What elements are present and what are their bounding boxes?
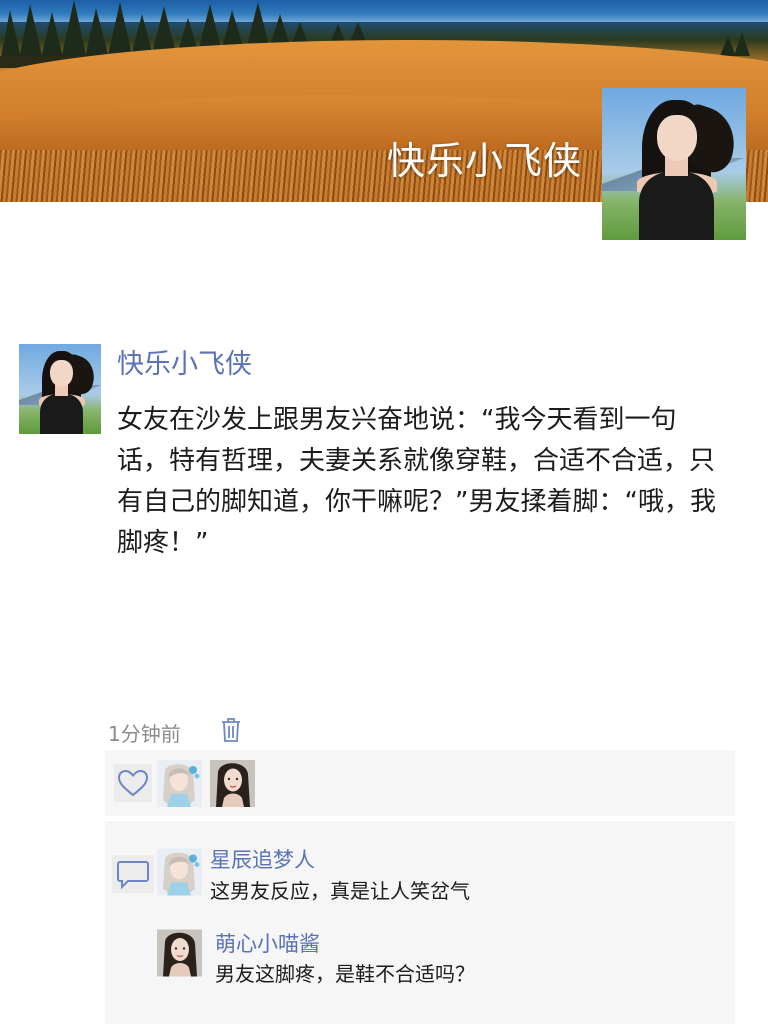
post-author-name[interactable]: 快乐小飞侠 — [117, 342, 252, 381]
commenter-name[interactable]: 星辰追梦人 — [210, 844, 315, 874]
woman-portrait-image — [602, 88, 746, 240]
woman-portrait-avatar-image — [157, 929, 202, 977]
woman-portrait-avatar-image — [210, 760, 255, 807]
commenter-name[interactable]: 萌心小喵酱 — [215, 928, 320, 958]
woman-portrait-image — [19, 344, 101, 434]
anime-girl-avatar-image — [157, 848, 202, 896]
comment-button[interactable] — [112, 855, 154, 893]
anime-girl-avatar-image — [157, 760, 202, 807]
liker-avatar[interactable] — [210, 760, 255, 807]
post-content: 女友在沙发上跟男友兴奋地说：“我今天看到一句话，特有哲理，夫妻关系就像穿鞋，合适… — [117, 405, 716, 558]
comment-text: 男友这脚疼，是鞋不合适吗？ — [215, 962, 475, 986]
heart-icon — [117, 769, 149, 797]
profile-avatar[interactable] — [602, 88, 746, 240]
trash-icon[interactable] — [220, 717, 242, 743]
commenter-avatar[interactable] — [157, 848, 202, 896]
post-timestamp: 1分钟前 — [108, 722, 181, 746]
liker-avatar[interactable] — [157, 760, 202, 807]
like-button[interactable] — [114, 764, 152, 802]
post-author-avatar[interactable] — [19, 344, 101, 434]
profile-name-title: 快乐小飞侠 — [386, 139, 582, 183]
comment-text: 这男友反应，真是让人笑岔气 — [210, 879, 470, 903]
commenter-avatar[interactable] — [157, 929, 202, 977]
comment-bubble-icon — [117, 861, 149, 889]
